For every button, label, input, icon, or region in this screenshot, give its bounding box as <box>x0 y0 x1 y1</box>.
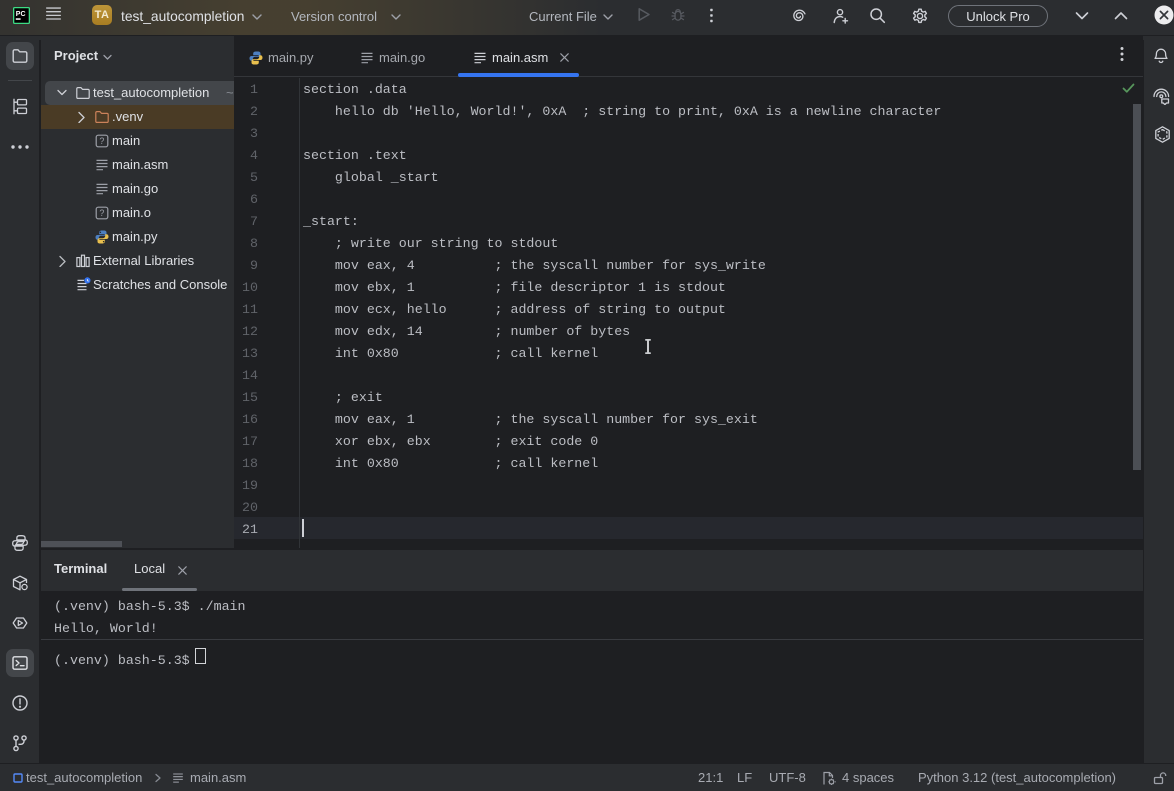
svg-text:?: ? <box>99 136 104 146</box>
svg-text:PC: PC <box>16 11 26 18</box>
svg-text:?: ? <box>99 208 104 218</box>
